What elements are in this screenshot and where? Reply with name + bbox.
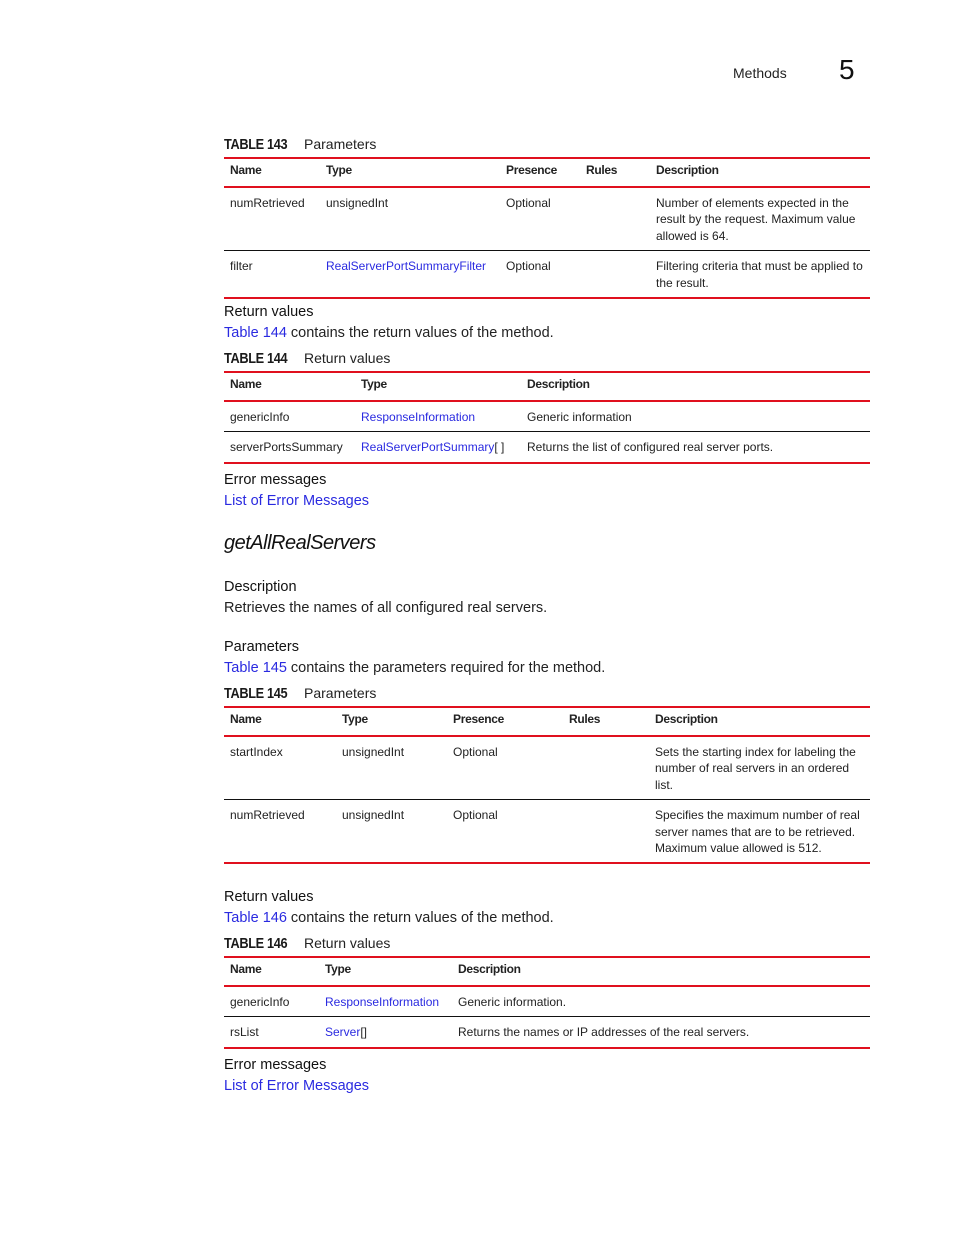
table-header-row: Name Type Presence Rules Description [224,707,870,736]
table-title: Return values [304,350,391,366]
table-header-row: Name Type Description [224,957,870,986]
table-header-row: Name Type Description [224,372,870,401]
paragraph: Table 145 contains the parameters requir… [224,660,605,676]
table-reference-link[interactable]: Table 144 [224,325,287,341]
section-heading: Error messages [224,472,327,488]
table-number: TABLE 145 [224,686,288,702]
table-title: Parameters [304,136,377,152]
paragraph: Table 144 contains the return values of … [224,325,554,341]
param-name: filter [230,259,253,274]
table-145-caption: TABLE 145 Parameters [224,685,376,702]
param-name: numRetrieved [230,196,305,210]
section-heading: Description [224,579,297,595]
param-rules [563,736,649,800]
column-header: Type [326,163,352,177]
paragraph-text: contains the return values of the method… [286,910,554,926]
column-header: Name [230,377,262,391]
table-row: numRetrieved unsignedInt Optional Specif… [224,800,870,864]
column-header: Description [656,163,719,177]
section-heading: Error messages [224,1057,327,1073]
param-type: unsignedInt [342,808,405,823]
paragraph: Table 146 contains the return values of … [224,910,554,926]
table-row: serverPortsSummary RealServerPortSummary… [224,432,870,463]
return-name: genericInfo [230,410,290,424]
column-header: Type [325,962,351,976]
chapter-number: 5 [839,54,855,85]
table-number: TABLE 144 [224,351,288,367]
column-header: Description [655,712,718,726]
column-header: Presence [506,163,557,177]
error-messages-link[interactable]: List of Error Messages [224,1078,369,1094]
column-header: Description [527,377,590,391]
param-presence: Optional [453,808,498,823]
param-presence: Optional [453,745,498,759]
table-row: filter RealServerPortSummaryFilter Optio… [224,251,870,299]
return-name: rsList [230,1025,259,1040]
column-header: Presence [453,712,504,726]
return-description: Returns the list of configured real serv… [527,440,774,455]
paragraph-text: contains the return values of the method… [286,325,554,341]
running-header-section: Methods [733,65,787,81]
method-title: getAllRealServers [224,532,376,554]
param-type: unsignedInt [342,745,405,759]
param-name: numRetrieved [230,808,305,823]
return-description: Returns the names or IP addresses of the… [458,1025,750,1040]
method-description: Retrieves the names of all configured re… [224,600,548,616]
table-143: Name Type Presence Rules Description num… [224,157,870,299]
param-description: Number of elements expected in the resul… [656,196,856,243]
param-name: startIndex [230,745,283,759]
param-presence: Optional [506,196,551,210]
error-messages-link[interactable]: List of Error Messages [224,493,369,509]
column-header: Type [342,712,368,726]
table-number: TABLE 146 [224,936,288,952]
table-title: Return values [304,935,391,951]
paragraph-text: contains the parameters required for the… [286,660,606,676]
table-row: genericInfo ResponseInformation Generic … [224,401,870,432]
column-header: Name [230,163,262,177]
column-header: Type [361,377,387,391]
type-link[interactable]: Server [325,1025,360,1039]
table-row: rsList Server[] Returns the names or IP … [224,1017,870,1048]
param-rules [580,251,650,298]
type-link[interactable]: RealServerPortSummary [361,440,494,454]
table-row: genericInfo ResponseInformation Generic … [224,986,870,1017]
type-link[interactable]: ResponseInformation [361,410,475,424]
column-header: Name [230,712,262,726]
column-header: Description [458,962,521,976]
table-number: TABLE 143 [224,137,288,153]
column-header: Rules [569,712,601,726]
table-146: Name Type Description genericInfo Respon… [224,956,870,1049]
table-146-caption: TABLE 146 Return values [224,935,390,952]
type-link[interactable]: RealServerPortSummaryFilter [326,259,486,273]
return-description: Generic information. [458,995,567,1009]
array-suffix: [] [360,1025,368,1040]
section-heading: Parameters [224,639,299,655]
table-row: startIndex unsignedInt Optional Sets the… [224,736,870,800]
section-heading: Return values [224,889,314,905]
return-name: serverPortsSummary [230,440,343,455]
param-description: Filtering criteria that must be applied … [656,259,863,290]
table-header-row: Name Type Presence Rules Description [224,158,870,187]
column-header: Name [230,962,262,976]
column-header: Rules [586,163,618,177]
type-link[interactable]: ResponseInformation [325,995,439,1009]
param-rules [563,800,649,864]
table-row: numRetrieved unsignedInt Optional Number… [224,187,870,251]
table-144: Name Type Description genericInfo Respon… [224,371,870,464]
table-143-caption: TABLE 143 Parameters [224,136,376,153]
array-suffix: [ ] [494,440,505,455]
param-description: Sets the starting index for labeling the… [655,745,856,792]
table-title: Parameters [304,685,377,701]
return-description: Generic information [527,410,632,424]
param-description: Specifies the maximum number of real ser… [655,808,860,856]
return-name: genericInfo [230,995,290,1009]
param-type: unsignedInt [326,196,389,210]
table-144-caption: TABLE 144 Return values [224,350,390,367]
param-presence: Optional [506,259,551,274]
table-145: Name Type Presence Rules Description sta… [224,706,870,864]
section-heading: Return values [224,304,314,320]
table-reference-link[interactable]: Table 145 [224,660,287,676]
param-rules [580,187,650,251]
table-reference-link[interactable]: Table 146 [224,910,287,926]
